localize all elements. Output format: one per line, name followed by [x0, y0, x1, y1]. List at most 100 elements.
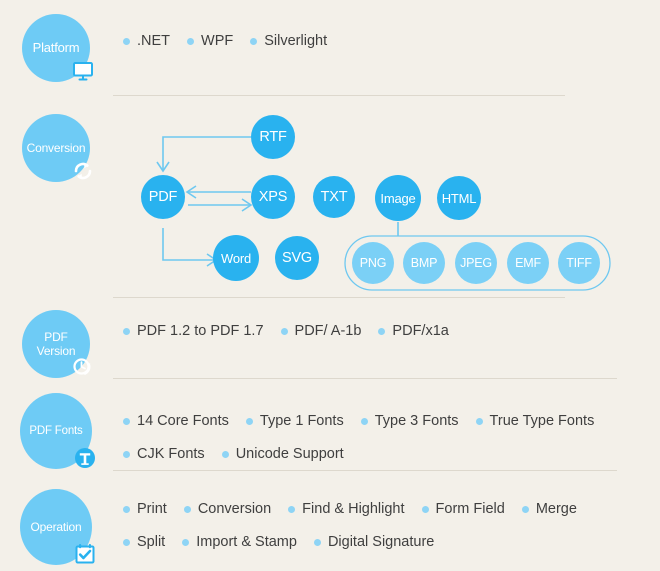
- list-item[interactable]: WPF: [187, 33, 233, 49]
- node-label: RTF: [259, 129, 287, 145]
- bullet-dot-icon: [313, 538, 321, 546]
- node-svg[interactable]: SVG: [275, 236, 319, 280]
- list-item-label: Type 1 Fonts: [259, 413, 344, 429]
- bullet-dot-icon: [183, 505, 191, 513]
- bullet-dot-icon: [123, 417, 130, 425]
- operation-feature-list-row2: Split Import & Stamp Digital Signature: [123, 534, 643, 550]
- node-tiff[interactable]: TIFF: [558, 242, 600, 284]
- list-item[interactable]: Type 3 Fonts: [360, 413, 459, 429]
- node-html[interactable]: HTML: [437, 176, 481, 220]
- badge-operation[interactable]: Operation: [20, 489, 95, 565]
- node-bmp[interactable]: BMP: [403, 242, 445, 284]
- list-item[interactable]: Unicode Support: [221, 446, 344, 462]
- bullet-dot-icon: [245, 417, 253, 425]
- node-label: XPS: [258, 189, 288, 205]
- list-item[interactable]: Silverlight: [250, 33, 327, 49]
- bullet-dot-icon: [123, 327, 130, 335]
- text-t-icon: [75, 448, 95, 468]
- badge-operation-label: Operation: [30, 520, 82, 534]
- list-item[interactable]: True Type Fonts: [475, 413, 594, 429]
- list-item[interactable]: Conversion: [183, 501, 271, 517]
- list-item-label: Type 3 Fonts: [374, 413, 459, 429]
- list-item-label: PDF/x1a: [392, 323, 449, 339]
- checklist-icon: [75, 544, 95, 564]
- node-label: PNG: [359, 256, 387, 270]
- list-item[interactable]: CJK Fonts: [123, 446, 205, 462]
- bullet-dot-icon: [360, 417, 368, 425]
- list-item[interactable]: PDF 1.2 to PDF 1.7: [123, 323, 264, 339]
- node-jpeg[interactable]: JPEG: [455, 242, 497, 284]
- operation-feature-list-row1: Print Conversion Find & Highlight Form F…: [123, 501, 643, 517]
- list-item-label: Find & Highlight: [302, 501, 405, 517]
- badge-platform-label: Platform: [32, 40, 80, 55]
- list-item-label: PDF 1.2 to PDF 1.7: [137, 323, 264, 339]
- badge-pdf-fonts[interactable]: PDF Fonts: [20, 393, 95, 469]
- badge-pdf-fonts-label: PDF Fonts: [29, 425, 83, 437]
- node-label: HTML: [441, 190, 477, 206]
- node-label: EMF: [515, 256, 541, 270]
- section-pdf-fonts: PDF Fonts 14 Core Fonts Type 1 Fonts Typ…: [0, 380, 660, 471]
- list-item[interactable]: Print: [123, 501, 167, 517]
- clock-history-icon: [73, 358, 91, 375]
- bullet-dot-icon: [221, 450, 229, 458]
- section-operation: Operation Print Conversion Find & Highli…: [0, 470, 660, 571]
- pdf-fonts-feature-list-row1: 14 Core Fonts Type 1 Fonts Type 3 Fonts …: [123, 413, 643, 429]
- node-emf[interactable]: EMF: [507, 242, 549, 284]
- platform-feature-list: .NET WPF Silverlight: [123, 33, 623, 49]
- node-txt[interactable]: TXT: [313, 176, 355, 218]
- node-label: PDF: [148, 189, 178, 205]
- list-item-label: Unicode Support: [235, 446, 344, 462]
- divider: [113, 297, 565, 298]
- node-pdf[interactable]: PDF: [141, 175, 185, 219]
- list-item-label: .NET: [137, 33, 171, 49]
- node-image[interactable]: Image: [375, 175, 421, 221]
- node-label: Image: [380, 190, 416, 206]
- list-item[interactable]: PDF/ A-1b: [280, 323, 361, 339]
- node-label: JPEG: [460, 256, 492, 270]
- list-item[interactable]: Split: [123, 534, 165, 550]
- node-png[interactable]: PNG: [352, 242, 394, 284]
- list-item-label: Digital Signature: [327, 534, 435, 550]
- list-item[interactable]: PDF/x1a: [378, 323, 449, 339]
- bullet-dot-icon: [280, 327, 288, 335]
- divider: [113, 378, 617, 379]
- bullet-dot-icon: [475, 417, 483, 425]
- badge-platform[interactable]: Platform: [22, 14, 93, 82]
- bullet-dot-icon: [378, 327, 386, 335]
- list-item[interactable]: Form Field: [421, 501, 505, 517]
- infographic-root: Platform .NET WPF Silverlight Conversion…: [0, 0, 660, 571]
- list-item[interactable]: Find & Highlight: [288, 501, 405, 517]
- list-item[interactable]: 14 Core Fonts: [123, 413, 229, 429]
- list-item-label: Import & Stamp: [196, 534, 297, 550]
- list-item-label: Split: [137, 534, 166, 550]
- bullet-dot-icon: [187, 37, 195, 45]
- list-item-label: CJK Fonts: [137, 446, 205, 462]
- list-item[interactable]: Type 1 Fonts: [245, 413, 344, 429]
- node-label: Word: [220, 250, 252, 266]
- bullet-dot-icon: [123, 37, 130, 45]
- list-item[interactable]: Import & Stamp: [182, 534, 297, 550]
- section-pdf-version: PDF Version PDF 1.2 to PDF 1.7 PDF/ A-1b…: [0, 300, 660, 380]
- node-rtf[interactable]: RTF: [251, 115, 295, 159]
- node-label: TXT: [320, 189, 348, 205]
- list-item[interactable]: Merge: [521, 501, 577, 517]
- pdf-fonts-feature-list-row2: CJK Fonts Unicode Support: [123, 446, 643, 462]
- bullet-dot-icon: [421, 505, 429, 513]
- pdf-version-feature-list: PDF 1.2 to PDF 1.7 PDF/ A-1b PDF/x1a: [123, 323, 623, 339]
- bullet-dot-icon: [123, 450, 130, 458]
- badge-pdf-version[interactable]: PDF Version: [22, 310, 91, 378]
- bullet-dot-icon: [288, 505, 296, 513]
- divider: [113, 95, 565, 96]
- monitor-icon: [73, 62, 93, 81]
- list-item-label: WPF: [201, 33, 234, 49]
- list-item-label: Form Field: [435, 501, 505, 517]
- list-item[interactable]: Digital Signature: [313, 534, 435, 550]
- section-conversion: Conversion RTF PDF XPS TXT Image HTML Wo…: [0, 100, 660, 300]
- node-label: BMP: [410, 256, 438, 270]
- bullet-dot-icon: [521, 505, 529, 513]
- bullet-dot-icon: [123, 538, 130, 546]
- node-word[interactable]: Word: [213, 235, 259, 281]
- list-item[interactable]: .NET: [123, 33, 170, 49]
- node-xps[interactable]: XPS: [251, 175, 295, 219]
- bullet-dot-icon: [250, 37, 258, 45]
